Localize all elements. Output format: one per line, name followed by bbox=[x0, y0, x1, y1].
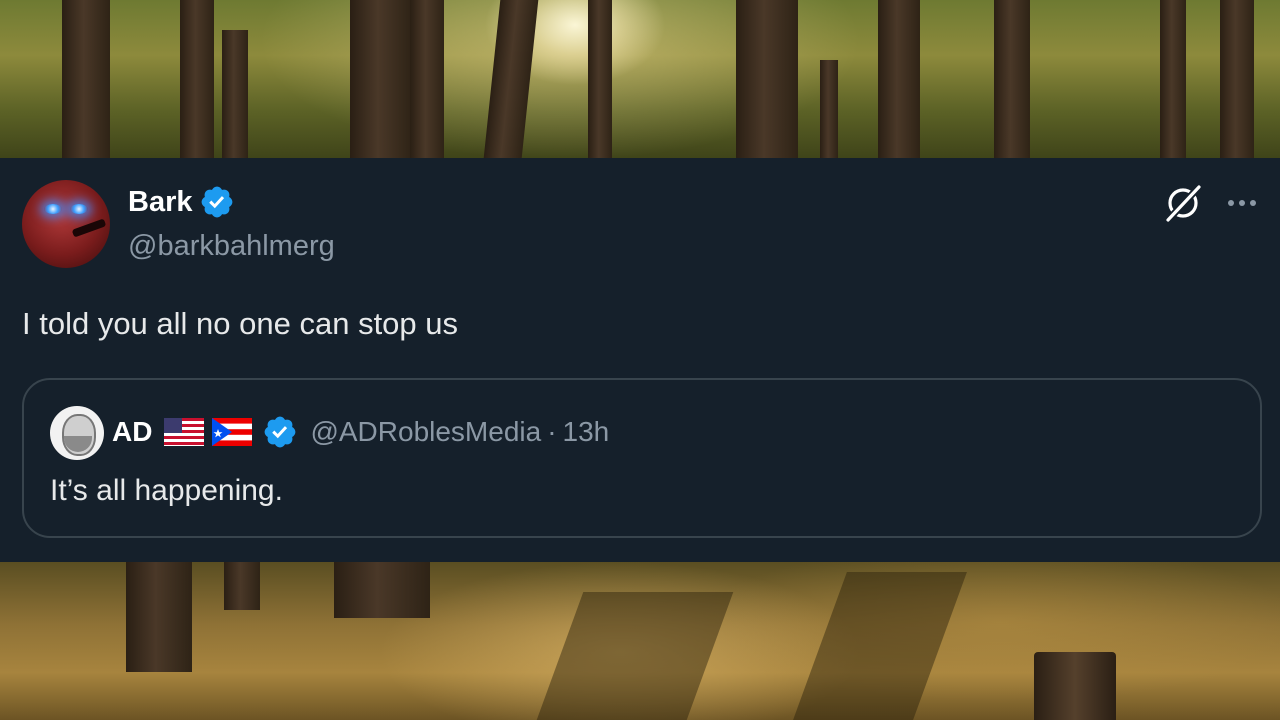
quoted-author-handle[interactable]: @ADRoblesMedia bbox=[310, 416, 541, 448]
forest-background-bottom bbox=[0, 562, 1280, 720]
separator-dot: · bbox=[547, 416, 557, 447]
quoted-author-avatar[interactable] bbox=[50, 406, 104, 460]
quoted-author-display-name[interactable]: AD bbox=[112, 416, 152, 448]
video-frame: Bark @barkbahlmerg I told you all no one… bbox=[0, 0, 1280, 720]
quoted-author-row: AD @ADRoblesMedia · 13h bbox=[112, 414, 609, 450]
author-name-row: Bark bbox=[128, 184, 235, 220]
author-handle[interactable]: @barkbahlmerg bbox=[128, 230, 335, 263]
glowing-eye-icon bbox=[70, 204, 88, 214]
us-flag-icon bbox=[164, 418, 205, 446]
avatar-mouth bbox=[71, 218, 107, 238]
verified-badge-icon bbox=[201, 186, 232, 218]
quoted-tweet-timestamp[interactable]: 13h bbox=[563, 416, 610, 448]
author-display-name[interactable]: Bark bbox=[128, 186, 193, 219]
tweet-card[interactable]: Bark @barkbahlmerg I told you all no one… bbox=[0, 158, 1280, 562]
grok-icon[interactable] bbox=[1162, 182, 1204, 224]
tweet-text: I told you all no one can stop us bbox=[22, 306, 459, 341]
quoted-tweet-text: It’s all happening. bbox=[50, 474, 283, 507]
forest-background-top bbox=[0, 0, 1280, 158]
author-avatar[interactable] bbox=[22, 180, 110, 268]
glowing-eye-icon bbox=[44, 204, 62, 214]
quoted-tweet[interactable]: AD @ADRoblesMedia · 13h It’s all happeni… bbox=[22, 378, 1262, 538]
more-options-icon[interactable] bbox=[1222, 186, 1262, 220]
verified-badge-icon bbox=[265, 416, 296, 448]
puerto-rico-flag-icon bbox=[212, 418, 253, 446]
